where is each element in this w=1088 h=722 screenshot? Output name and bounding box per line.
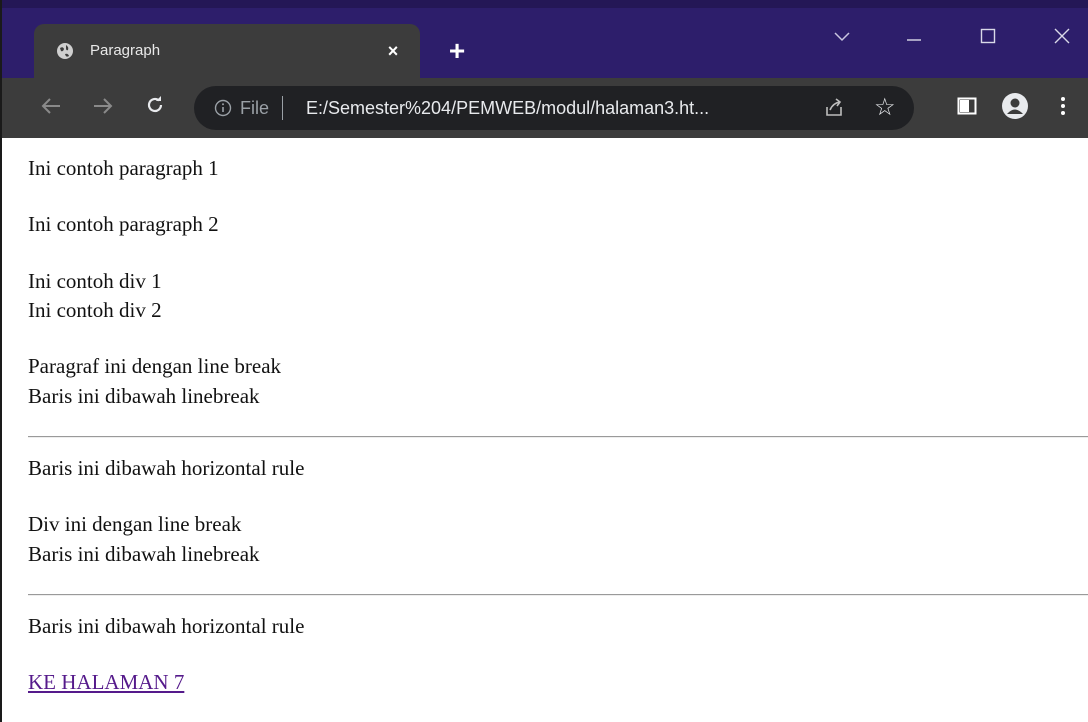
line-break-div-line-1: Div ini dengan line break [28, 512, 242, 536]
scheme-label: File [240, 98, 270, 118]
browser-window: Paragraph × + File E:/Semester%204/PEMWE… [0, 0, 1088, 722]
star-icon[interactable]: ☆ [874, 94, 896, 122]
title-bar: Paragraph × + [2, 0, 1088, 78]
profile-icon [1001, 92, 1029, 125]
minimize-icon [906, 29, 922, 47]
url-text[interactable]: E:/Semester%204/PEMWEB/modul/halaman3.ht… [306, 97, 709, 119]
side-panel-icon [957, 97, 977, 120]
text-after-rule-1: Baris ini dibawah horizontal rule [28, 456, 305, 480]
minimize-button[interactable] [894, 24, 934, 52]
profile-button[interactable] [1000, 92, 1030, 125]
maximize-icon [980, 28, 996, 49]
paragraph-1: Ini contoh paragraph 1 [28, 156, 219, 180]
line-break-paragraph-line-1: Paragraf ini dengan line break [28, 354, 282, 378]
horizontal-rule-1 [28, 436, 1088, 438]
reload-icon [145, 95, 165, 121]
text-after-rule-2: Baris ini dibawah horizontal rule [28, 614, 305, 638]
address-bar[interactable]: File E:/Semester%204/PEMWEB/modul/halama… [194, 86, 914, 130]
close-icon [1054, 28, 1070, 49]
div-2: Ini contoh div 2 [28, 298, 162, 322]
close-window-button[interactable] [1042, 24, 1082, 52]
kebab-menu-icon [1060, 96, 1066, 121]
menu-button[interactable] [1048, 93, 1078, 123]
reload-button[interactable] [140, 93, 170, 123]
new-tab-button[interactable]: + [442, 36, 472, 66]
info-icon[interactable] [214, 99, 232, 117]
div-1: Ini contoh div 1 [28, 269, 162, 293]
address-separator [282, 96, 283, 120]
side-panel-button[interactable] [952, 93, 982, 123]
page-content: Ini contoh paragraph 1 Ini contoh paragr… [2, 138, 1088, 722]
tab-close-button[interactable]: × [382, 40, 404, 62]
title-bar-top-strip [2, 0, 1088, 8]
maximize-button[interactable] [968, 24, 1008, 52]
arrow-left-icon [41, 95, 61, 121]
arrow-right-icon [93, 95, 113, 121]
tab-search-button[interactable] [822, 24, 862, 52]
link-ke-halaman-7[interactable]: KE HALAMAN 7 [28, 669, 184, 695]
browser-toolbar: File E:/Semester%204/PEMWEB/modul/halama… [2, 78, 1088, 138]
tab-title: Paragraph [90, 42, 161, 59]
browser-tab[interactable]: Paragraph × [34, 24, 420, 78]
line-break-paragraph-line-2: Baris ini dibawah linebreak [28, 384, 260, 408]
horizontal-rule-2 [28, 594, 1088, 596]
back-button[interactable] [36, 93, 66, 123]
forward-button[interactable] [88, 93, 118, 123]
chevron-down-icon [834, 29, 850, 47]
paragraph-2: Ini contoh paragraph 2 [28, 212, 219, 236]
globe-icon [56, 42, 74, 60]
line-break-div-line-2: Baris ini dibawah linebreak [28, 542, 260, 566]
share-icon[interactable] [824, 98, 844, 118]
